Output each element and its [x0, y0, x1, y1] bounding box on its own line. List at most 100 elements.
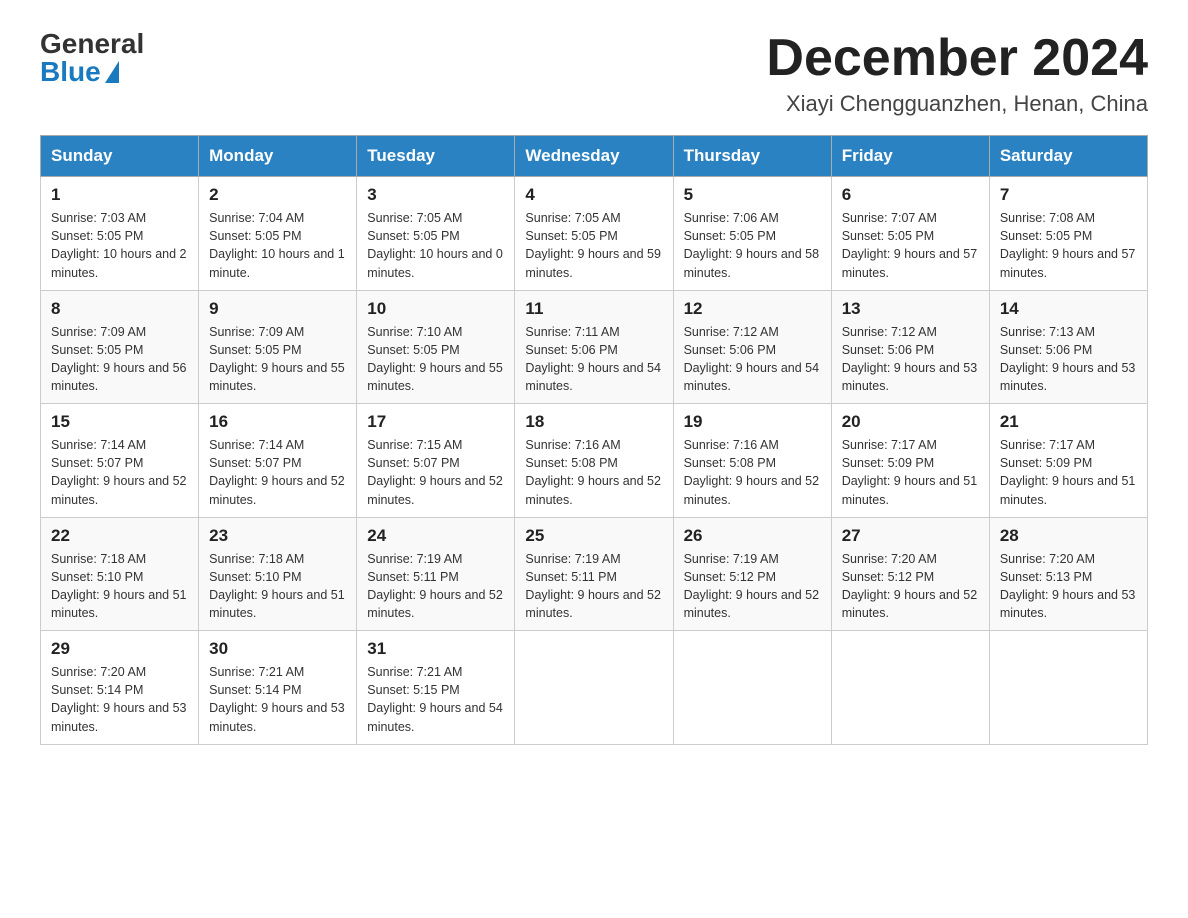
- day-number: 4: [525, 185, 662, 205]
- day-info: Sunrise: 7:04 AMSunset: 5:05 PMDaylight:…: [209, 209, 346, 282]
- day-info: Sunrise: 7:20 AMSunset: 5:12 PMDaylight:…: [842, 550, 979, 623]
- day-info: Sunrise: 7:16 AMSunset: 5:08 PMDaylight:…: [684, 436, 821, 509]
- day-number: 7: [1000, 185, 1137, 205]
- day-number: 18: [525, 412, 662, 432]
- calendar-cell: 6 Sunrise: 7:07 AMSunset: 5:05 PMDaylight…: [831, 177, 989, 291]
- day-number: 5: [684, 185, 821, 205]
- day-number: 24: [367, 526, 504, 546]
- day-info: Sunrise: 7:05 AMSunset: 5:05 PMDaylight:…: [367, 209, 504, 282]
- day-info: Sunrise: 7:07 AMSunset: 5:05 PMDaylight:…: [842, 209, 979, 282]
- column-header-sunday: Sunday: [41, 136, 199, 177]
- day-info: Sunrise: 7:10 AMSunset: 5:05 PMDaylight:…: [367, 323, 504, 396]
- day-number: 17: [367, 412, 504, 432]
- calendar-cell: 10 Sunrise: 7:10 AMSunset: 5:05 PMDayligh…: [357, 290, 515, 404]
- calendar-cell: 4 Sunrise: 7:05 AMSunset: 5:05 PMDaylight…: [515, 177, 673, 291]
- calendar-cell: [515, 631, 673, 745]
- calendar-cell: 12 Sunrise: 7:12 AMSunset: 5:06 PMDayligh…: [673, 290, 831, 404]
- calendar-cell: 5 Sunrise: 7:06 AMSunset: 5:05 PMDaylight…: [673, 177, 831, 291]
- day-number: 21: [1000, 412, 1137, 432]
- day-number: 6: [842, 185, 979, 205]
- calendar-body: 1 Sunrise: 7:03 AMSunset: 5:05 PMDaylight…: [41, 177, 1148, 745]
- day-info: Sunrise: 7:12 AMSunset: 5:06 PMDaylight:…: [684, 323, 821, 396]
- day-number: 14: [1000, 299, 1137, 319]
- day-info: Sunrise: 7:03 AMSunset: 5:05 PMDaylight:…: [51, 209, 188, 282]
- calendar-cell: 15Sunrise: 7:14 AMSunset: 5:07 PMDayligh…: [41, 404, 199, 518]
- logo: General Blue: [40, 30, 144, 86]
- calendar-cell: 3Sunrise: 7:05 AMSunset: 5:05 PMDaylight…: [357, 177, 515, 291]
- day-info: Sunrise: 7:17 AMSunset: 5:09 PMDaylight:…: [1000, 436, 1137, 509]
- calendar-cell: 9 Sunrise: 7:09 AMSunset: 5:05 PMDaylight…: [199, 290, 357, 404]
- day-number: 22: [51, 526, 188, 546]
- calendar-cell: 18Sunrise: 7:16 AMSunset: 5:08 PMDayligh…: [515, 404, 673, 518]
- day-number: 19: [684, 412, 821, 432]
- calendar-cell: 17 Sunrise: 7:15 AMSunset: 5:07 PMDayligh…: [357, 404, 515, 518]
- week-row-2: 8Sunrise: 7:09 AMSunset: 5:05 PMDaylight…: [41, 290, 1148, 404]
- day-info: Sunrise: 7:11 AMSunset: 5:06 PMDaylight:…: [525, 323, 662, 396]
- day-info: Sunrise: 7:19 AMSunset: 5:12 PMDaylight:…: [684, 550, 821, 623]
- day-number: 16: [209, 412, 346, 432]
- day-info: Sunrise: 7:19 AMSunset: 5:11 PMDaylight:…: [525, 550, 662, 623]
- column-header-friday: Friday: [831, 136, 989, 177]
- location-subtitle: Xiayi Chengguanzhen, Henan, China: [766, 91, 1148, 117]
- day-number: 13: [842, 299, 979, 319]
- calendar-cell: 22 Sunrise: 7:18 AMSunset: 5:10 PMDayligh…: [41, 517, 199, 631]
- calendar-cell: [831, 631, 989, 745]
- title-block: December 2024 Xiayi Chengguanzhen, Henan…: [766, 30, 1148, 117]
- calendar-cell: [989, 631, 1147, 745]
- day-number: 2: [209, 185, 346, 205]
- calendar-cell: 24 Sunrise: 7:19 AMSunset: 5:11 PMDayligh…: [357, 517, 515, 631]
- day-info: Sunrise: 7:06 AMSunset: 5:05 PMDaylight:…: [684, 209, 821, 282]
- day-number: 31: [367, 639, 504, 659]
- column-header-monday: Monday: [199, 136, 357, 177]
- logo-general-text: General: [40, 30, 144, 58]
- calendar-cell: 28 Sunrise: 7:20 AMSunset: 5:13 PMDayligh…: [989, 517, 1147, 631]
- month-title: December 2024: [766, 30, 1148, 87]
- calendar-cell: 2 Sunrise: 7:04 AMSunset: 5:05 PMDaylight…: [199, 177, 357, 291]
- week-row-5: 29Sunrise: 7:20 AMSunset: 5:14 PMDayligh…: [41, 631, 1148, 745]
- logo-triangle-icon: [105, 61, 119, 83]
- day-number: 27: [842, 526, 979, 546]
- day-info: Sunrise: 7:15 AMSunset: 5:07 PMDaylight:…: [367, 436, 504, 509]
- day-number: 30: [209, 639, 346, 659]
- day-number: 12: [684, 299, 821, 319]
- day-number: 28: [1000, 526, 1137, 546]
- calendar-header: SundayMondayTuesdayWednesdayThursdayFrid…: [41, 136, 1148, 177]
- column-header-thursday: Thursday: [673, 136, 831, 177]
- calendar-cell: 20Sunrise: 7:17 AMSunset: 5:09 PMDayligh…: [831, 404, 989, 518]
- day-info: Sunrise: 7:19 AMSunset: 5:11 PMDaylight:…: [367, 550, 504, 623]
- day-number: 9: [209, 299, 346, 319]
- day-info: Sunrise: 7:08 AMSunset: 5:05 PMDaylight:…: [1000, 209, 1137, 282]
- day-info: Sunrise: 7:14 AMSunset: 5:07 PMDaylight:…: [209, 436, 346, 509]
- day-number: 23: [209, 526, 346, 546]
- week-row-4: 22 Sunrise: 7:18 AMSunset: 5:10 PMDayligh…: [41, 517, 1148, 631]
- calendar-cell: 29Sunrise: 7:20 AMSunset: 5:14 PMDayligh…: [41, 631, 199, 745]
- calendar-cell: 13 Sunrise: 7:12 AMSunset: 5:06 PMDayligh…: [831, 290, 989, 404]
- day-number: 26: [684, 526, 821, 546]
- day-info: Sunrise: 7:12 AMSunset: 5:06 PMDaylight:…: [842, 323, 979, 396]
- day-info: Sunrise: 7:18 AMSunset: 5:10 PMDaylight:…: [51, 550, 188, 623]
- day-number: 1: [51, 185, 188, 205]
- column-header-saturday: Saturday: [989, 136, 1147, 177]
- calendar-table: SundayMondayTuesdayWednesdayThursdayFrid…: [40, 135, 1148, 745]
- calendar-cell: 16 Sunrise: 7:14 AMSunset: 5:07 PMDayligh…: [199, 404, 357, 518]
- column-header-tuesday: Tuesday: [357, 136, 515, 177]
- week-row-1: 1 Sunrise: 7:03 AMSunset: 5:05 PMDaylight…: [41, 177, 1148, 291]
- column-header-wednesday: Wednesday: [515, 136, 673, 177]
- day-number: 29: [51, 639, 188, 659]
- calendar-cell: 14Sunrise: 7:13 AMSunset: 5:06 PMDayligh…: [989, 290, 1147, 404]
- day-info: Sunrise: 7:14 AMSunset: 5:07 PMDaylight:…: [51, 436, 188, 509]
- calendar-cell: 23 Sunrise: 7:18 AMSunset: 5:10 PMDayligh…: [199, 517, 357, 631]
- calendar-cell: 11Sunrise: 7:11 AMSunset: 5:06 PMDayligh…: [515, 290, 673, 404]
- calendar-cell: 30Sunrise: 7:21 AMSunset: 5:14 PMDayligh…: [199, 631, 357, 745]
- logo-blue-text: Blue: [40, 58, 101, 86]
- calendar-cell: 1 Sunrise: 7:03 AMSunset: 5:05 PMDaylight…: [41, 177, 199, 291]
- day-info: Sunrise: 7:17 AMSunset: 5:09 PMDaylight:…: [842, 436, 979, 509]
- day-number: 10: [367, 299, 504, 319]
- day-info: Sunrise: 7:05 AMSunset: 5:05 PMDaylight:…: [525, 209, 662, 282]
- calendar-cell: 19 Sunrise: 7:16 AMSunset: 5:08 PMDayligh…: [673, 404, 831, 518]
- day-info: Sunrise: 7:20 AMSunset: 5:13 PMDaylight:…: [1000, 550, 1137, 623]
- day-info: Sunrise: 7:18 AMSunset: 5:10 PMDaylight:…: [209, 550, 346, 623]
- day-info: Sunrise: 7:09 AMSunset: 5:05 PMDaylight:…: [209, 323, 346, 396]
- day-info: Sunrise: 7:21 AMSunset: 5:15 PMDaylight:…: [367, 663, 504, 736]
- day-number: 25: [525, 526, 662, 546]
